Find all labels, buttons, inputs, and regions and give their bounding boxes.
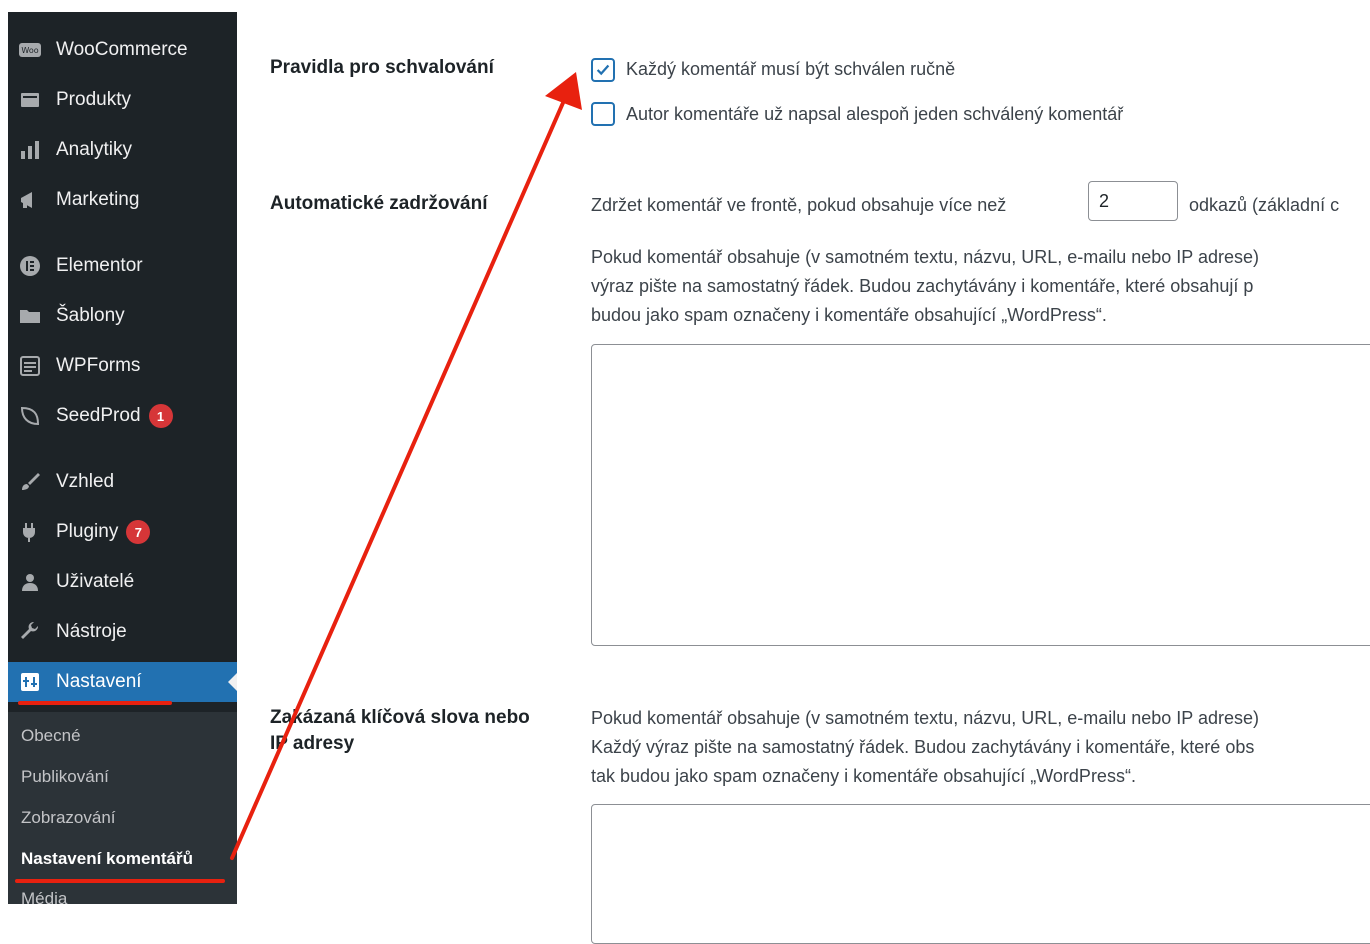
woo-icon: Woo [16,36,44,64]
submenu-item-publikovani[interactable]: Publikování [21,767,109,787]
products-icon [16,86,44,114]
sidebar-item-label: Analytiky [56,139,133,160]
sidebar-item-pluginy[interactable]: Pluginy 7 [8,512,237,552]
sidebar-item-label: Nástroje [56,621,127,642]
sidebar-item-label: SeedProd [56,405,141,426]
users-icon [16,568,44,596]
sidebar-item-label: WooCommerce [56,39,188,60]
approval-label: Pravidla pro schvalování [270,57,494,78]
sidebar-item-nastroje[interactable]: Nástroje [8,612,237,652]
disallowed-label-line1: Zakázaná klíčová slova nebo [270,707,530,728]
sidebar-item-label: Marketing [56,189,140,210]
submenu-item-zobrazovani[interactable]: Zobrazování [21,808,116,828]
sidebar-item-produkty[interactable]: Produkty [8,80,237,120]
active-indicator [228,673,237,691]
hold-links-text: Zdržet komentář ve frontě, pokud obsahuj… [591,195,1007,215]
max-links-input[interactable] [1088,181,1178,221]
submenu-item-nastaveni-komentaru[interactable]: Nastavení komentářů [21,849,193,869]
manual-approval-label: Každý komentář musí být schválen ručně [626,59,956,79]
previous-approval-label: Autor komentáře už napsal alespoň jeden … [626,104,1124,124]
settings-icon [16,668,44,696]
hold-links-suffix: odkazů (základní c [1189,195,1340,215]
annotation-underline [15,879,225,883]
megaphone-icon [16,186,44,214]
elementor-icon [16,252,44,280]
settings-submenu: Obecné Publikování Zobrazování Nastavení… [8,712,237,904]
sidebar-item-label: Šablony [56,305,125,326]
moderation-desc-line: budou jako spam označeny i komentáře obs… [591,305,1107,325]
sidebar-item-label: Pluginy [56,521,119,542]
admin-sidebar: Woo WooCommerce Produkty Analytiky Marke… [8,12,237,904]
sidebar-item-label: Vzhled [56,471,115,492]
analytics-icon [16,136,44,164]
sidebar-item-marketing[interactable]: Marketing [8,180,237,220]
sidebar-item-label: Nastavení [56,671,142,692]
sidebar-item-woocommerce[interactable]: Woo WooCommerce [8,30,237,70]
disallowed-desc-line: tak budou jako spam označeny i komentáře… [591,766,1136,786]
moderation-label: Automatické zadržování [270,193,488,214]
sidebar-item-label: WPForms [56,355,141,376]
wpforms-icon [16,352,44,380]
sidebar-item-nastaveni[interactable]: Nastavení [8,662,237,702]
manual-approval-checkbox[interactable] [591,58,615,82]
moderation-desc-line: Pokud komentář obsahuje (v samotném text… [591,247,1260,267]
svg-text:Woo: Woo [21,46,38,55]
comment-settings-form: Pravidla pro schvalování Každý komentář … [237,12,1370,944]
plugin-icon [16,518,44,546]
disallowed-desc-line: Pokud komentář obsahuje (v samotném text… [591,708,1260,728]
moderation-desc-line: výraz pište na samostatný řádek. Budou z… [591,276,1254,296]
sidebar-item-analytiky[interactable]: Analytiky [8,130,237,170]
sidebar-item-label: Elementor [56,255,143,276]
sidebar-item-sablony[interactable]: Šablony [8,296,237,336]
disallowed-label-line2: IP adresy [270,733,355,754]
sidebar-item-label: Produkty [56,89,131,110]
seedprod-icon [16,402,44,430]
annotation-underline [18,701,172,705]
update-count-badge: 1 [148,404,173,428]
previous-approval-checkbox[interactable] [591,102,615,126]
disallowed-keys-textarea[interactable] [591,804,1370,944]
sidebar-item-wpforms[interactable]: WPForms [8,346,237,386]
wrench-icon [16,618,44,646]
checkmark-icon [596,64,610,76]
moderation-keys-textarea[interactable] [591,344,1370,646]
sidebar-item-elementor[interactable]: Elementor [8,246,237,286]
disallowed-desc-line: Každý výraz pište na samostatný řádek. B… [591,737,1255,757]
folder-icon [16,302,44,330]
sidebar-item-vzhled[interactable]: Vzhled [8,462,237,502]
brush-icon [16,468,44,496]
update-count-badge: 7 [126,520,151,544]
sidebar-item-seedprod[interactable]: SeedProd 1 [8,396,237,436]
submenu-item-obecne[interactable]: Obecné [21,726,81,746]
submenu-item-media[interactable]: Média [21,889,67,904]
sidebar-item-uzivatele[interactable]: Uživatelé [8,562,237,602]
sidebar-item-label: Uživatelé [56,571,135,592]
